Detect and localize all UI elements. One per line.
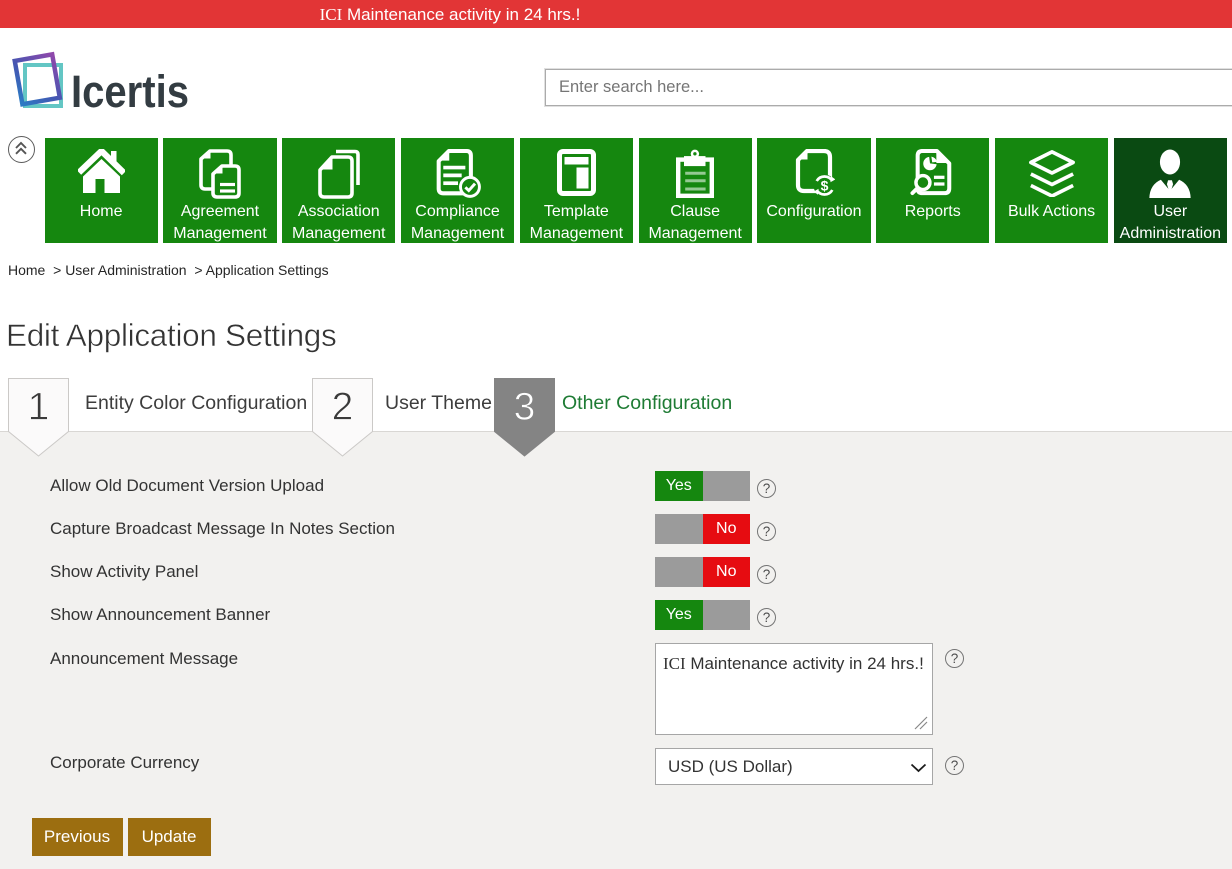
svg-text:$: $ (821, 178, 829, 194)
svg-text:3: 3 (514, 386, 536, 429)
svg-text:Icertis: Icertis (71, 66, 189, 117)
svg-text:2: 2 (332, 386, 354, 429)
svg-text:1: 1 (28, 386, 50, 429)
